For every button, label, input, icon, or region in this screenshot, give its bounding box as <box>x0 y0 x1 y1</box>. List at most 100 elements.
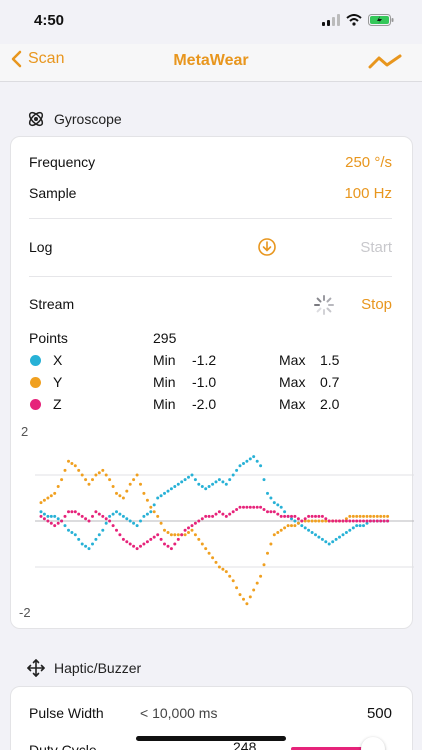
data-point-z <box>180 533 184 537</box>
data-point-y <box>314 519 317 523</box>
data-point-y <box>379 514 383 518</box>
data-point-z <box>67 510 70 514</box>
data-point-x <box>149 510 153 514</box>
data-point-y <box>204 547 208 551</box>
data-point-x <box>238 464 242 468</box>
data-point-x <box>118 512 122 516</box>
data-point-x <box>242 462 245 465</box>
data-point-z <box>224 514 228 518</box>
data-point-z <box>266 510 269 514</box>
data-point-x <box>63 524 67 528</box>
data-point-x <box>283 510 287 514</box>
data-point-x <box>163 491 166 495</box>
data-point-x <box>248 457 252 461</box>
data-point-y <box>269 542 273 546</box>
data-point-x <box>204 487 208 491</box>
duty-cycle-label: Duty Cycle <box>29 742 97 750</box>
data-point-x <box>80 542 84 546</box>
move-arrows-icon <box>27 659 45 677</box>
data-point-x <box>200 485 204 488</box>
graph-button[interactable] <box>368 52 402 77</box>
data-point-z <box>104 517 108 521</box>
data-point-z <box>187 526 190 530</box>
wifi-icon <box>346 14 362 26</box>
data-point-x <box>320 537 324 541</box>
data-point-y <box>228 574 232 578</box>
data-point-x <box>221 480 225 484</box>
data-point-y <box>293 524 297 528</box>
status-time: 4:50 <box>34 12 65 29</box>
data-point-x <box>128 519 132 523</box>
data-point-x <box>104 521 108 525</box>
data-point-z <box>94 510 98 514</box>
data-point-y <box>70 462 74 465</box>
data-point-z <box>121 537 125 541</box>
gyroscope-header: Gyroscope <box>26 109 122 129</box>
data-point-y <box>73 464 77 468</box>
y-tick-top: 2 <box>21 424 28 439</box>
data-point-y <box>375 514 379 518</box>
data-point-x <box>338 535 341 539</box>
data-point-x <box>355 524 359 528</box>
data-point-y <box>67 459 70 463</box>
data-point-y <box>242 597 245 601</box>
data-point-z <box>368 519 372 523</box>
data-point-x <box>348 528 352 532</box>
data-point-z <box>248 505 252 509</box>
data-point-x <box>217 478 221 482</box>
gyro-chart: 2 -2 <box>19 424 414 620</box>
data-point-x <box>53 514 57 518</box>
data-point-z <box>53 524 57 528</box>
data-point-y <box>118 494 122 498</box>
data-point-x <box>310 531 314 534</box>
data-point-z <box>207 514 211 518</box>
data-point-z <box>159 537 163 541</box>
data-point-z <box>204 514 208 518</box>
data-point-x <box>351 526 355 530</box>
data-point-y <box>368 514 372 518</box>
data-point-x <box>276 503 280 507</box>
data-point-y <box>235 586 239 590</box>
data-point-z <box>293 514 297 518</box>
data-point-z <box>87 519 91 523</box>
data-point-z <box>166 544 170 548</box>
data-point-z <box>283 514 287 518</box>
data-point-y <box>310 519 314 523</box>
data-point-x <box>358 524 362 528</box>
data-point-x <box>156 496 160 500</box>
data-point-y <box>125 489 129 493</box>
data-point-z <box>255 505 259 509</box>
data-point-z <box>183 528 187 532</box>
data-point-y <box>252 588 256 592</box>
data-point-y <box>320 519 324 523</box>
data-point-y <box>42 498 46 502</box>
data-point-y <box>159 521 163 525</box>
data-point-x <box>224 482 228 486</box>
data-point-z <box>115 528 118 532</box>
data-point-x <box>245 459 249 463</box>
data-point-x <box>300 524 304 528</box>
data-point-z <box>190 524 194 528</box>
data-point-x <box>180 480 184 484</box>
pulse-width-input[interactable]: 500 <box>367 705 392 722</box>
data-point-x <box>135 524 139 528</box>
gyroscope-card: Frequency 250 °/s Sample 100 Hz Log Star… <box>10 136 414 629</box>
data-point-y <box>348 514 352 518</box>
data-point-y <box>317 519 321 523</box>
data-point-z <box>259 505 263 509</box>
data-point-x <box>334 537 338 541</box>
data-point-x <box>228 478 232 482</box>
data-point-x <box>46 514 50 518</box>
data-point-z <box>382 519 386 523</box>
data-point-y <box>296 521 300 525</box>
duty-cycle-slider-thumb[interactable] <box>361 737 385 750</box>
data-point-y <box>94 473 98 477</box>
data-point-z <box>238 505 242 509</box>
data-point-y <box>211 556 215 560</box>
data-point-y <box>358 514 362 518</box>
data-point-x <box>115 510 118 514</box>
data-point-z <box>235 508 239 511</box>
data-point-z <box>262 508 266 511</box>
data-point-z <box>163 542 166 546</box>
data-point-y <box>80 473 84 477</box>
